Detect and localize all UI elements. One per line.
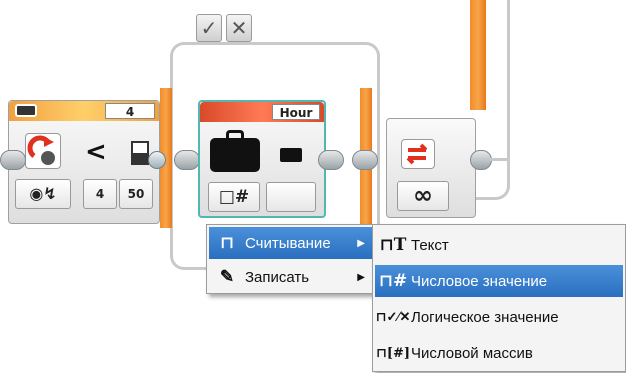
- read-type-submenu[interactable]: ⊓T Текст ⊓# Числовое значение ⊓✓⁄✕ Логич…: [372, 224, 626, 372]
- numeric-array-icon: ⊓[#]: [375, 345, 411, 361]
- wait-header-value[interactable]: 4: [105, 103, 155, 119]
- menu-item-read-label: Считывание: [245, 234, 331, 252]
- submenu-item-numeric-label: Числовое значение: [411, 272, 548, 290]
- file-out-connector[interactable]: [318, 150, 344, 170]
- wait-block-header: 4: [9, 101, 159, 121]
- loop-out-wire: [490, 158, 508, 161]
- submenu-item-numeric[interactable]: ⊓# Числовое значение: [375, 265, 623, 297]
- loop-count-button[interactable]: ∞: [397, 181, 449, 211]
- wait-input-b[interactable]: 50: [119, 179, 153, 209]
- file-value-input[interactable]: [266, 182, 316, 212]
- loop-block[interactable]: ∞: [386, 118, 476, 218]
- wait-in-connector[interactable]: [0, 150, 26, 170]
- switch-true-tab[interactable]: ✓: [196, 14, 222, 42]
- loop-out-connector[interactable]: [470, 150, 492, 170]
- briefcase-icon: [210, 130, 260, 172]
- file-mode-button[interactable]: □#: [208, 182, 260, 212]
- submenu-item-numeric-array[interactable]: ⊓[#] Числовой массив: [375, 337, 623, 369]
- compare-symbol[interactable]: <: [85, 137, 107, 167]
- loop-orange-bar: [470, 0, 486, 110]
- compare-type-icon[interactable]: [131, 141, 149, 165]
- rotation-sensor-icon: [25, 133, 61, 169]
- file-block-header: Hour: [200, 102, 324, 122]
- book-icon: ⊓: [219, 233, 235, 253]
- menu-item-write-label: Записать: [245, 268, 310, 286]
- switch-false-tab[interactable]: ✕: [226, 14, 252, 42]
- numeric-type-icon: ⊓#: [378, 271, 408, 291]
- menu-item-read[interactable]: ⊓ Считывание ▶: [209, 227, 373, 259]
- submenu-arrow-icon: ▶: [357, 271, 365, 283]
- wait-out-hub[interactable]: [148, 151, 166, 169]
- wait-block[interactable]: 4 < ◉↯ 4 50: [8, 100, 160, 224]
- switch-in-connector[interactable]: [174, 150, 200, 170]
- submenu-item-logic[interactable]: ⊓✓⁄✕ Логическое значение: [375, 301, 623, 333]
- file-name-value[interactable]: Hour: [272, 104, 320, 120]
- wait-input-a[interactable]: 4: [83, 179, 117, 209]
- submenu-item-text[interactable]: ⊓T Текст: [375, 229, 623, 261]
- block-type-icon: [15, 104, 37, 117]
- loop-in-connector[interactable]: [352, 150, 378, 170]
- pencil-icon: ✎: [219, 267, 235, 287]
- small-briefcase-icon: [280, 148, 302, 162]
- submenu-item-logic-label: Логическое значение: [411, 308, 559, 326]
- loop-arrows-icon: [401, 139, 435, 169]
- text-type-icon: ⊓T: [379, 235, 407, 255]
- submenu-item-text-label: Текст: [411, 236, 449, 254]
- file-mode-menu[interactable]: ⊓ Считывание ▶ ✎ Записать ▶: [206, 224, 376, 294]
- sensor-mode-icon[interactable]: ◉↯: [15, 179, 71, 209]
- file-access-block[interactable]: Hour □#: [198, 100, 326, 218]
- menu-item-write[interactable]: ✎ Записать ▶: [209, 261, 373, 293]
- submenu-item-numeric-array-label: Числовой массив: [411, 344, 533, 362]
- submenu-arrow-icon: ▶: [357, 237, 365, 249]
- logic-type-icon: ⊓✓⁄✕: [375, 309, 411, 325]
